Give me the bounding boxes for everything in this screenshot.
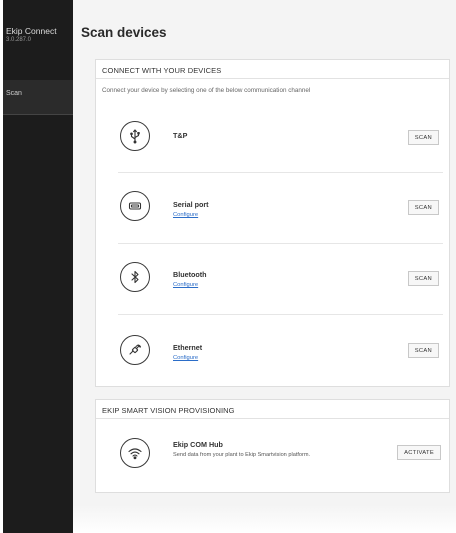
app-version: 3.0.287.0: [6, 37, 32, 43]
wifi-icon: [120, 438, 150, 468]
sidebar-item-scan[interactable]: Scan: [3, 80, 73, 115]
activate-button[interactable]: ACTIVATE: [397, 445, 441, 460]
card-title: EKIP SMART VISION PROVISIONING: [102, 406, 235, 415]
card-subtitle: Connect your device by selecting one of …: [102, 87, 311, 94]
card-title: CONNECT WITH YOUR DEVICES: [102, 66, 222, 75]
page-title: Scan devices: [81, 25, 167, 40]
card-header: CONNECT WITH YOUR DEVICES: [96, 60, 449, 79]
connect-devices-card: CONNECT WITH YOUR DEVICES Connect your d…: [95, 59, 450, 387]
sidebar-item-label: Scan: [6, 90, 22, 97]
device-name-tp: T&P: [173, 131, 188, 140]
brand: Ekip Connect 3.0.287.0: [6, 26, 57, 44]
provisioning-item-name: Ekip COM Hub: [173, 440, 223, 449]
device-name-ethernet: Ethernet: [173, 343, 203, 352]
serial-port-icon: [120, 191, 150, 221]
scan-ethernet-button[interactable]: SCAN: [407, 343, 439, 358]
scan-serial-button[interactable]: SCAN: [407, 200, 439, 215]
card-header: EKIP SMART VISION PROVISIONING: [96, 400, 449, 419]
configure-bluetooth-link[interactable]: Configure: [173, 282, 198, 288]
device-name-bluetooth: Bluetooth: [173, 270, 207, 279]
scan-tp-button[interactable]: SCAN: [407, 130, 439, 145]
main-content: Scan devices CONNECT WITH YOUR DEVICES C…: [73, 0, 456, 533]
divider: [118, 243, 443, 244]
divider: [118, 314, 443, 315]
sidebar: Ekip Connect 3.0.287.0 Scan: [3, 0, 73, 533]
provisioning-card: EKIP SMART VISION PROVISIONING Ekip COM …: [95, 399, 450, 493]
app-window: Ekip Connect 3.0.287.0 Scan Scan devices…: [0, 0, 456, 533]
divider: [118, 172, 443, 173]
configure-ethernet-link[interactable]: Configure: [173, 355, 198, 361]
bluetooth-icon: [120, 262, 150, 292]
ethernet-icon: [120, 335, 150, 365]
app-name: Ekip Connect: [6, 26, 57, 36]
usb-icon: [120, 121, 150, 151]
device-name-serial: Serial port: [173, 200, 209, 209]
configure-serial-link[interactable]: Configure: [173, 212, 198, 218]
scan-bluetooth-button[interactable]: SCAN: [407, 271, 439, 286]
provisioning-item-description: Send data from your plant to Ekip Smartv…: [173, 452, 311, 458]
